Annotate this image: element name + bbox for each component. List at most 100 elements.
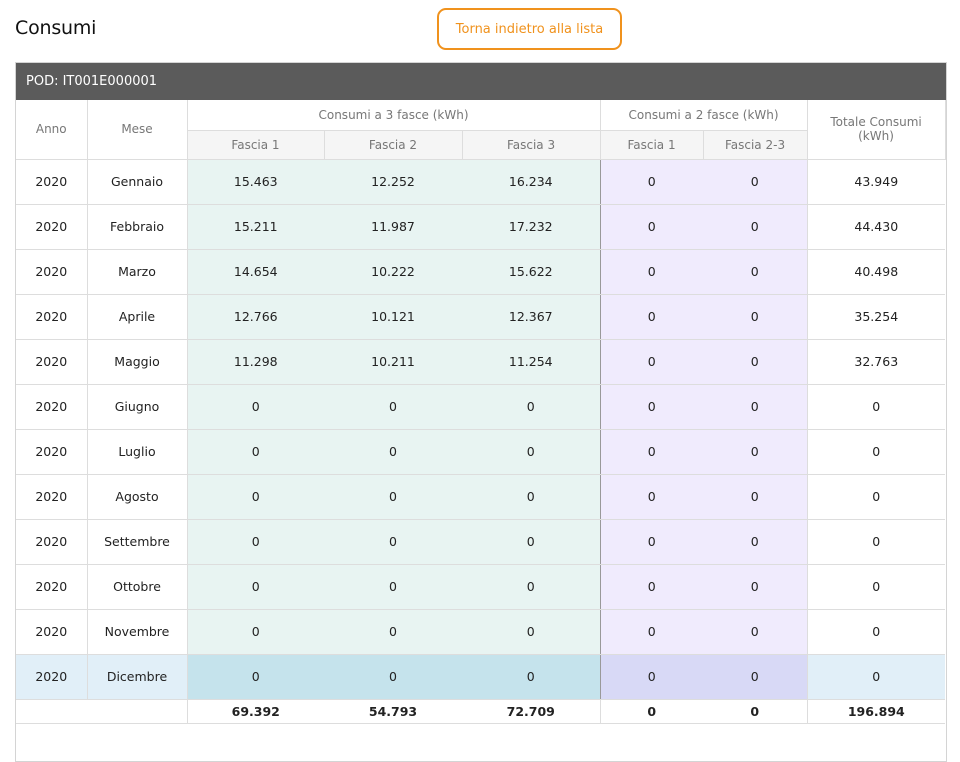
cell-f2-fascia1: 0 [599,249,704,295]
cell-f3-fascia2: 11.987 [324,204,462,250]
cell-f3-fascia3: 17.232 [462,204,601,250]
col-header-f3-fascia2: Fascia 2 [324,130,463,160]
cell-month: Novembre [87,609,188,655]
total-f2-fascia1: 0 [599,699,704,724]
cell-f2-fascia1: 0 [599,204,704,250]
cell-month: Aprile [87,294,188,340]
cell-f3-fascia2: 10.211 [324,339,462,385]
total-f2-fascia23: 0 [703,699,808,724]
cell-f2-fascia23: 0 [703,339,808,385]
table-row[interactable]: 2020 Dicembre 0 0 0 0 0 0 [16,654,946,700]
cell-total: 40.498 [807,249,946,295]
table-row[interactable]: 2020 Gennaio 15.463 12.252 16.234 0 0 43.949 [16,159,946,205]
cell-year: 2020 [16,384,88,430]
cell-f2-fascia23: 0 [703,519,808,565]
col-group-2-fasce: Consumi a 2 fasce (kWh) [600,100,808,131]
cell-f3-fascia1: 0 [186,429,324,475]
cell-total: 0 [807,519,946,565]
table-row[interactable]: 2020 Aprile 12.766 10.121 12.367 0 0 35.254 [16,294,946,340]
cell-f2-fascia1: 0 [599,474,704,520]
cell-f3-fascia3: 0 [462,519,601,565]
cell-total: 43.949 [807,159,946,205]
total-f3-fascia3: 72.709 [462,699,601,724]
consumption-table: Anno Mese Consumi a 3 fasce (kWh) Consum… [16,100,946,724]
cell-f3-fascia1: 0 [186,609,324,655]
cell-month: Gennaio [87,159,188,205]
cell-total: 35.254 [807,294,946,340]
cell-f2-fascia23: 0 [703,249,808,295]
cell-total: 0 [807,474,946,520]
cell-year: 2020 [16,159,88,205]
cell-total: 0 [807,564,946,610]
cell-year: 2020 [16,609,88,655]
col-header-year: Anno [16,100,88,160]
cell-f2-fascia23: 0 [703,159,808,205]
cell-month: Ottobre [87,564,188,610]
cell-f2-fascia1: 0 [599,159,704,205]
col-header-total: Totale Consumi (kWh) [807,100,946,160]
cell-month: Luglio [87,429,188,475]
table-row[interactable]: 2020 Giugno 0 0 0 0 0 0 [16,384,946,430]
cell-f2-fascia23: 0 [703,609,808,655]
cell-f3-fascia1: 15.463 [186,159,324,205]
cell-month: Dicembre [87,654,188,700]
page-title: Consumi [15,17,97,39]
col-header-f3-fascia3: Fascia 3 [462,130,601,160]
cell-f2-fascia1: 0 [599,429,704,475]
cell-year: 2020 [16,654,88,700]
cell-f3-fascia1: 14.654 [186,249,324,295]
totals-row: 69.392 54.793 72.709 0 0 196.894 [16,699,946,724]
cell-f2-fascia23: 0 [703,384,808,430]
table-row[interactable]: 2020 Ottobre 0 0 0 0 0 0 [16,564,946,610]
cell-f3-fascia1: 0 [186,519,324,565]
total-f3-fascia1: 69.392 [186,699,324,724]
cell-f2-fascia1: 0 [599,519,704,565]
col-header-f2-fascia1: Fascia 1 [600,130,704,160]
cell-f2-fascia23: 0 [703,474,808,520]
cell-month: Marzo [87,249,188,295]
pod-label: POD: IT001E000001 [26,74,158,89]
cell-year: 2020 [16,474,88,520]
cell-year: 2020 [16,249,88,295]
cell-f3-fascia3: 15.622 [462,249,601,295]
cell-f3-fascia3: 0 [462,384,601,430]
cell-year: 2020 [16,564,88,610]
cell-total: 0 [807,429,946,475]
cell-total: 0 [807,609,946,655]
cell-f2-fascia1: 0 [599,609,704,655]
col-header-f2-fascia23: Fascia 2-3 [703,130,808,160]
cell-f3-fascia3: 16.234 [462,159,601,205]
cell-f3-fascia2: 12.252 [324,159,462,205]
table-row[interactable]: 2020 Agosto 0 0 0 0 0 0 [16,474,946,520]
cell-year: 2020 [16,204,88,250]
cell-f3-fascia1: 12.766 [186,294,324,340]
cell-f3-fascia2: 0 [324,429,462,475]
cell-month: Settembre [87,519,188,565]
cell-f3-fascia3: 12.367 [462,294,601,340]
cell-month: Giugno [87,384,188,430]
cell-f3-fascia1: 0 [186,384,324,430]
cell-f3-fascia1: 15.211 [186,204,324,250]
cell-f3-fascia2: 0 [324,654,462,700]
col-header-f3-fascia1: Fascia 1 [187,130,325,160]
cell-f2-fascia1: 0 [599,654,704,700]
cell-total: 0 [807,654,946,700]
table-row[interactable]: 2020 Marzo 14.654 10.222 15.622 0 0 40.498 [16,249,946,295]
back-to-list-button[interactable]: Torna indietro alla lista [437,8,622,50]
table-row[interactable]: 2020 Novembre 0 0 0 0 0 0 [16,609,946,655]
table-row[interactable]: 2020 Settembre 0 0 0 0 0 0 [16,519,946,565]
cell-f3-fascia3: 0 [462,429,601,475]
table-row[interactable]: 2020 Luglio 0 0 0 0 0 0 [16,429,946,475]
cell-f2-fascia23: 0 [703,564,808,610]
table-body: 2020 Gennaio 15.463 12.252 16.234 0 0 43.949 202… [16,159,946,700]
col-group-3-fasce: Consumi a 3 fasce (kWh) [187,100,601,131]
pod-header: POD: IT001E000001 [16,63,946,100]
cell-f2-fascia1: 0 [599,384,704,430]
table-row[interactable]: 2020 Maggio 11.298 10.211 11.254 0 0 32.763 [16,339,946,385]
cell-f3-fascia2: 0 [324,519,462,565]
cell-year: 2020 [16,294,88,340]
col-header-month: Mese [87,100,188,160]
table-row[interactable]: 2020 Febbraio 15.211 11.987 17.232 0 0 44.430 [16,204,946,250]
cell-f3-fascia2: 10.222 [324,249,462,295]
cell-f3-fascia2: 10.121 [324,294,462,340]
